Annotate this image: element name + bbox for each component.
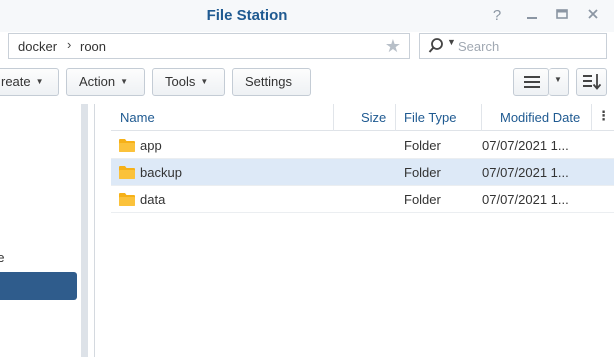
search-dropdown-icon[interactable]: ▼ (447, 37, 456, 47)
search-input[interactable]: ▼ Search (419, 33, 607, 59)
column-menu-icon[interactable]: ⋮ (597, 108, 610, 124)
action-button[interactable]: Action ▼ (66, 68, 145, 96)
column-divider[interactable] (481, 104, 482, 131)
tools-label: Tools (165, 74, 196, 89)
settings-label: Settings (245, 74, 292, 89)
sort-button[interactable] (576, 68, 607, 96)
help-icon[interactable]: ? (487, 6, 507, 26)
column-divider[interactable] (333, 104, 334, 131)
modified-date: 07/07/2021 1... (482, 192, 569, 207)
minimize-icon[interactable] (522, 6, 542, 26)
tools-button[interactable]: Tools ▼ (152, 68, 225, 96)
window-title: File Station (206, 7, 288, 24)
file-type: Folder (404, 165, 441, 180)
breadcrumb-separator: › (67, 37, 72, 52)
file-name: data (140, 192, 166, 207)
settings-button[interactable]: Settings (232, 68, 311, 96)
chevron-down-icon: ▼ (120, 77, 129, 86)
list-view-icon (524, 76, 540, 88)
search-placeholder: Search (458, 39, 500, 54)
pane-scrollbar[interactable] (81, 104, 88, 357)
table-row[interactable]: data Folder 07/07/2021 1... (111, 186, 614, 213)
folder-icon (119, 139, 135, 152)
column-file-type[interactable]: File Type (404, 110, 457, 125)
file-type: Folder (404, 192, 441, 207)
file-list[interactable]: Name Size File Type Modified Date ⋮ app … (111, 104, 614, 357)
tree-item-selected[interactable] (0, 272, 77, 300)
modified-date: 07/07/2021 1... (482, 165, 569, 180)
sort-icon (583, 74, 601, 90)
column-divider[interactable] (395, 104, 396, 131)
search-icon[interactable] (428, 37, 444, 55)
breadcrumb-docker[interactable]: docker (18, 39, 57, 54)
create-label: reate (1, 74, 31, 89)
maximize-icon[interactable] (552, 6, 572, 26)
column-modified-date[interactable]: Modified Date (500, 110, 580, 125)
pane-divider (94, 104, 95, 357)
column-size[interactable]: Size (361, 110, 386, 125)
modified-date: 07/07/2021 1... (482, 138, 569, 153)
file-name: app (140, 138, 162, 153)
action-label: Action (79, 74, 116, 89)
view-mode-button[interactable] (513, 68, 549, 96)
folder-icon (119, 193, 135, 206)
create-button[interactable]: reate ▼ (0, 68, 59, 96)
column-name[interactable]: Name (120, 110, 155, 125)
table-row[interactable]: app Folder 07/07/2021 1... (111, 132, 614, 159)
folder-tree[interactable]: ge (0, 104, 81, 357)
star-icon[interactable]: ★ (385, 36, 401, 57)
path-bar[interactable]: docker › roon ★ (8, 33, 410, 59)
breadcrumb-roon[interactable]: roon (80, 39, 106, 54)
chevron-down-icon: ▼ (200, 77, 209, 86)
file-type: Folder (404, 138, 441, 153)
table-row[interactable]: backup Folder 07/07/2021 1... (111, 159, 614, 186)
tree-item-partial[interactable]: ge (0, 250, 4, 265)
file-name: backup (140, 165, 182, 180)
close-icon[interactable] (583, 6, 603, 26)
chevron-down-icon: ▼ (554, 75, 562, 84)
folder-icon (119, 166, 135, 179)
title-bar: File Station ? (0, 0, 614, 32)
view-mode-dropdown[interactable]: ▼ (549, 68, 569, 96)
table-header: Name Size File Type Modified Date ⋮ (111, 104, 614, 131)
column-divider[interactable] (591, 104, 592, 131)
chevron-down-icon: ▼ (35, 77, 44, 86)
